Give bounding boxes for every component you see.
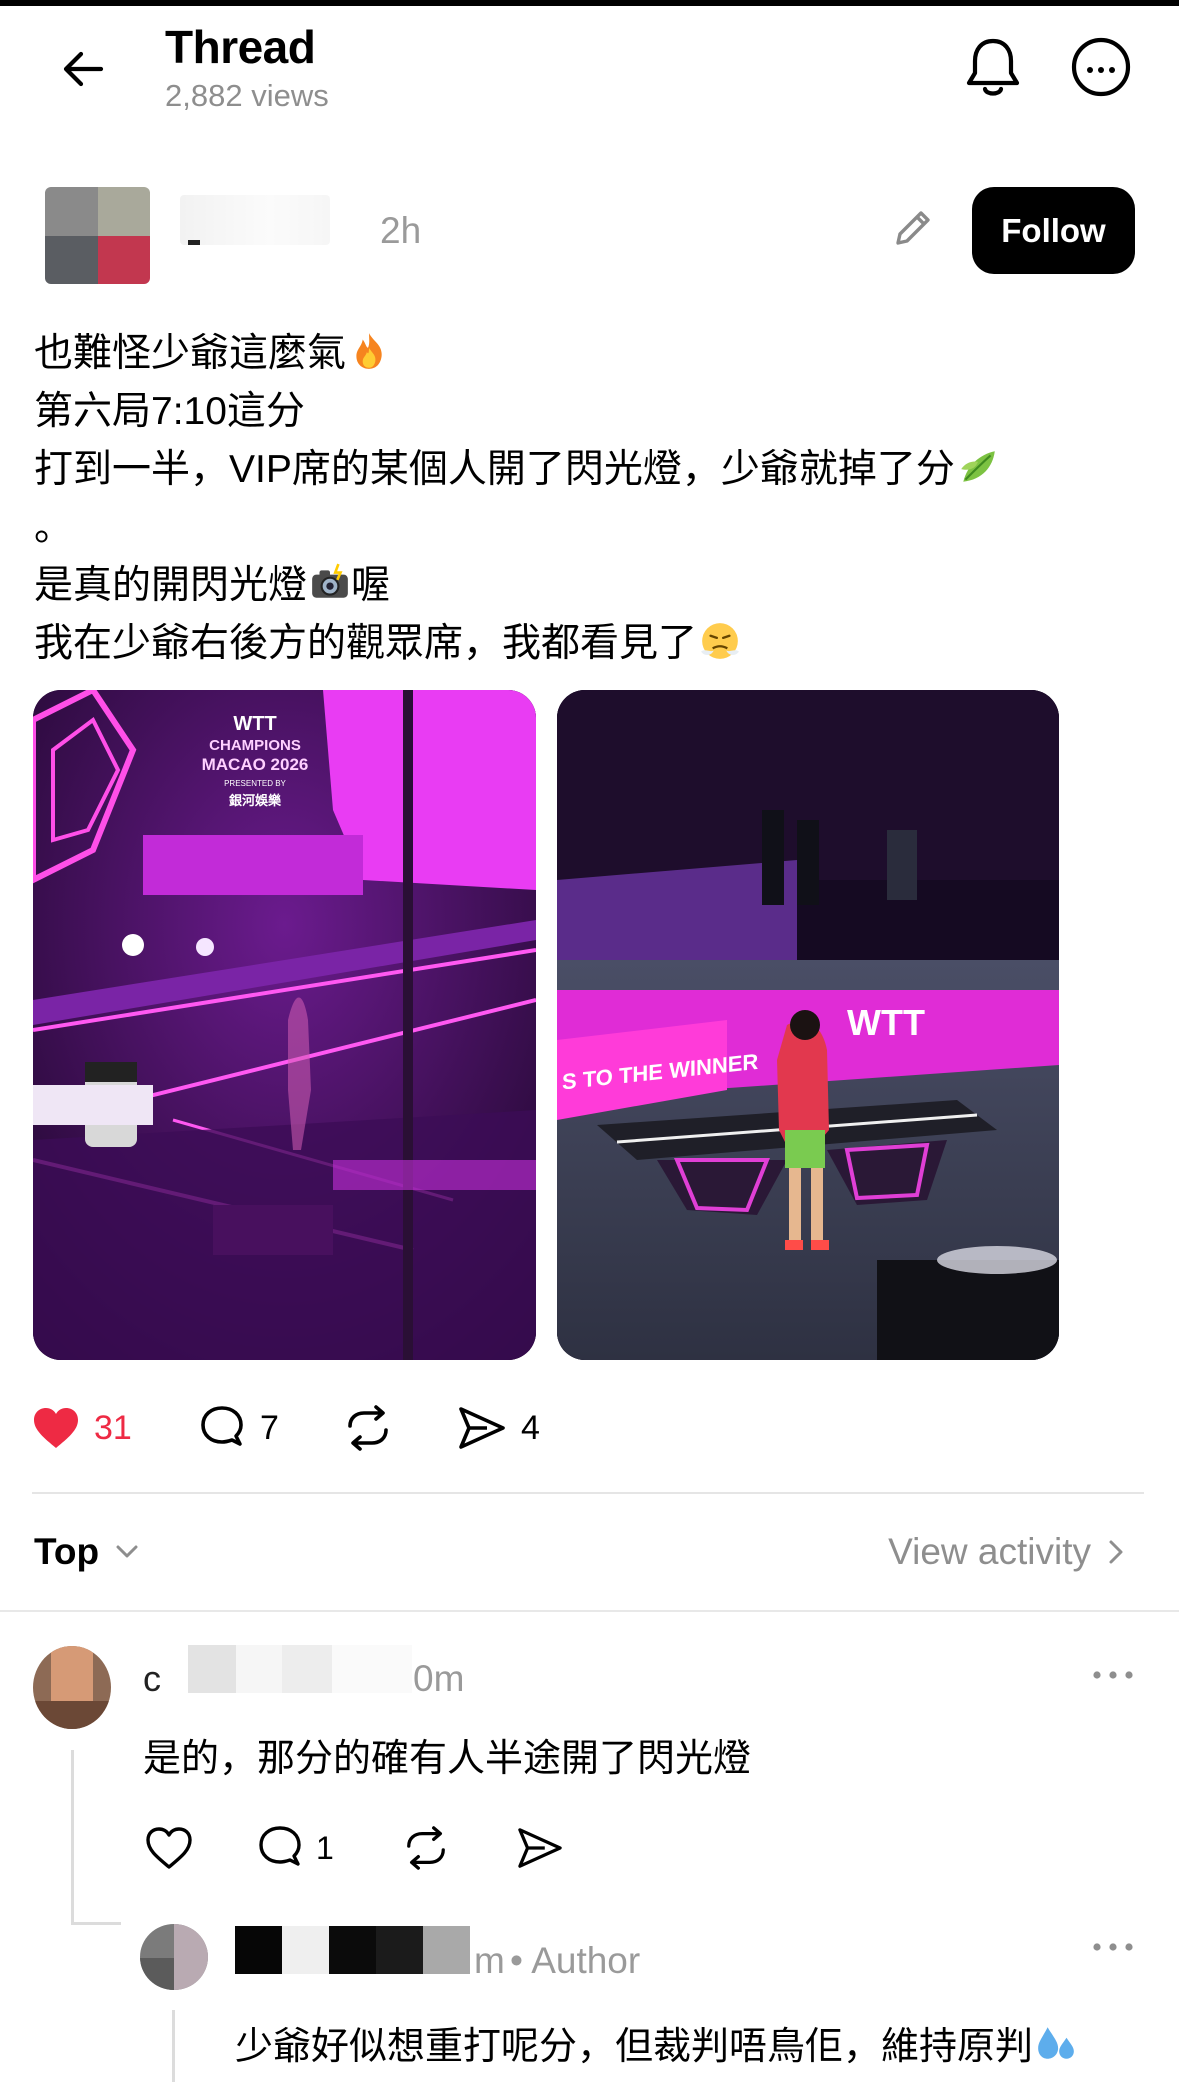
redacted-username bbox=[235, 1926, 282, 1974]
view-count: 2,882 views bbox=[165, 78, 329, 113]
follow-button[interactable]: Follow bbox=[972, 187, 1135, 274]
section-divider bbox=[32, 1492, 1144, 1494]
sort-label: Top bbox=[34, 1531, 100, 1572]
notifications-button[interactable] bbox=[958, 30, 1028, 106]
heart-filled-icon bbox=[34, 1408, 78, 1448]
more-horizontal-icon bbox=[1093, 1671, 1133, 1679]
view-activity-link[interactable]: View activity bbox=[888, 1530, 1131, 1574]
reply-text: 少爺好似想重打呢分，但裁判唔鳥佢，維持原判 bbox=[235, 2015, 1077, 2070]
steam-face-emoji-icon bbox=[701, 623, 739, 659]
redacted-username bbox=[329, 1926, 376, 1974]
send-icon bbox=[518, 1828, 562, 1868]
sweat-droplets-emoji-icon bbox=[1038, 2027, 1074, 2059]
author-avatar[interactable] bbox=[45, 187, 150, 284]
brand-text: WTT bbox=[847, 1002, 925, 1043]
post-line: 。 bbox=[34, 506, 74, 549]
table-tennis-court-photo: S TO THE WINNER WTT bbox=[557, 690, 1059, 1360]
more-horizontal-icon bbox=[1093, 1943, 1133, 1951]
comment-bubble-icon bbox=[201, 1406, 243, 1446]
comment-bubble-icon bbox=[259, 1826, 301, 1866]
post-text: 也難怪少爺這麼氣 第六局7:10這分 打到一半，VIP席的某個人開了閃光燈，少爺… bbox=[34, 325, 1144, 673]
post-photo-2[interactable]: S TO THE WINNER WTT bbox=[557, 690, 1059, 1360]
thread-line bbox=[172, 2010, 175, 2082]
sign-text: PRESENTED BY bbox=[224, 779, 286, 788]
thread-line bbox=[71, 1750, 74, 1925]
section-divider bbox=[0, 1610, 1179, 1612]
back-button[interactable] bbox=[50, 36, 116, 102]
comment-reply-count: 1 bbox=[316, 1829, 334, 1866]
arena-stage-photo: WTT CHAMPIONS MACAO 2026 PRESENTED BY 銀河… bbox=[33, 690, 536, 1360]
post-line: 打到一半，VIP席的某個人開了閃光燈，少爺就掉了分 bbox=[34, 441, 1144, 499]
sign-text: CHAMPIONS bbox=[209, 737, 301, 754]
sign-text: MACAO 2026 bbox=[202, 755, 309, 774]
comment-repost-button[interactable] bbox=[400, 1822, 452, 1874]
like-count: 31 bbox=[94, 1408, 132, 1447]
repost-button[interactable] bbox=[342, 1400, 394, 1456]
comment-username-initial[interactable]: c bbox=[143, 1658, 161, 1700]
app-header: Thread 2,882 views bbox=[0, 6, 1179, 126]
comment-more-button[interactable] bbox=[1088, 1655, 1138, 1695]
comment-avatar[interactable] bbox=[33, 1646, 111, 1729]
send-icon bbox=[459, 1407, 505, 1449]
reply-timestamp: m bbox=[474, 1940, 505, 1981]
comment-reply-button[interactable]: 1 bbox=[256, 1822, 334, 1874]
post-line: 也難怪少爺這麼氣 bbox=[34, 325, 1144, 383]
redacted-username bbox=[332, 1645, 412, 1693]
sign-text: 銀河娛樂 bbox=[229, 793, 282, 809]
post-line: 是真的開閃光燈喔 bbox=[34, 563, 391, 607]
thread-line bbox=[71, 1922, 121, 1925]
author-tag: • Author bbox=[510, 1940, 641, 1981]
like-button[interactable]: 31 bbox=[32, 1400, 132, 1456]
comment-share-button[interactable] bbox=[514, 1822, 566, 1874]
view-activity-label: View activity bbox=[888, 1531, 1091, 1572]
redacted-username bbox=[236, 1645, 282, 1693]
redacted-username bbox=[282, 1926, 329, 1974]
post-line: 第六局7:10這分 bbox=[34, 390, 305, 433]
share-count: 4 bbox=[521, 1408, 540, 1447]
sort-dropdown[interactable]: Top bbox=[34, 1530, 145, 1574]
bell-icon bbox=[966, 38, 1020, 96]
chevron-right-icon bbox=[1109, 1540, 1123, 1564]
more-circle-icon bbox=[1071, 37, 1131, 97]
reply-avatar[interactable] bbox=[140, 1924, 208, 1990]
share-button[interactable]: 4 bbox=[457, 1400, 540, 1456]
reply-count: 7 bbox=[260, 1408, 279, 1447]
arrow-left-icon bbox=[63, 51, 104, 87]
redacted-username bbox=[188, 1645, 236, 1693]
redacted-username bbox=[376, 1926, 423, 1974]
reply-more-button[interactable] bbox=[1088, 1927, 1138, 1967]
redacted-username bbox=[423, 1926, 470, 1974]
reply-button[interactable]: 7 bbox=[198, 1400, 279, 1456]
post-photo-1[interactable]: WTT CHAMPIONS MACAO 2026 PRESENTED BY 銀河… bbox=[33, 690, 536, 1360]
pencil-icon bbox=[896, 211, 930, 245]
more-options-button[interactable] bbox=[1068, 34, 1134, 100]
repost-icon bbox=[407, 1826, 445, 1870]
comment-text: 是的，那分的確有人半途開了閃光燈 bbox=[143, 1738, 752, 1780]
fire-emoji-icon bbox=[356, 333, 382, 369]
camera-flash-emoji-icon bbox=[312, 563, 348, 598]
edit-button[interactable] bbox=[885, 200, 941, 256]
heart-outline-icon bbox=[146, 1827, 192, 1869]
author-username-redacted[interactable] bbox=[180, 195, 330, 245]
post-timestamp: 2h bbox=[380, 210, 422, 251]
comment-timestamp: 0m bbox=[413, 1658, 465, 1699]
post-actions: 31 7 4 bbox=[32, 1400, 592, 1456]
chevron-down-icon bbox=[116, 1545, 138, 1558]
page-title: Thread bbox=[165, 21, 316, 73]
author-username-fragment bbox=[188, 240, 200, 245]
leaves-emoji-icon bbox=[961, 451, 995, 482]
repost-icon bbox=[348, 1405, 388, 1451]
post-line: 我在少爺右後方的觀眾席，我都看見了 bbox=[34, 615, 1144, 673]
redacted-username bbox=[282, 1645, 332, 1693]
comment-like-button[interactable] bbox=[143, 1822, 195, 1874]
sign-text: WTT bbox=[233, 713, 276, 735]
